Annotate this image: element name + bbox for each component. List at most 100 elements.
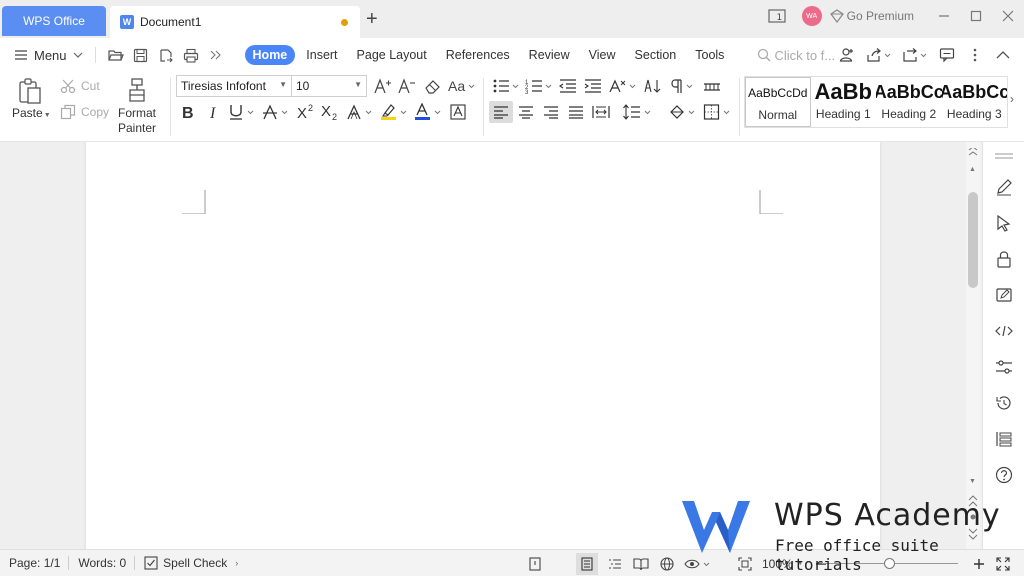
- outline-icon: [996, 432, 1012, 447]
- collapse-ribbon-button[interactable]: [994, 46, 1012, 64]
- add-collaborator-button[interactable]: [838, 46, 856, 64]
- menu-bar: Menu Home Insert Page Layout References Revi…: [0, 38, 1024, 72]
- justify-button[interactable]: [566, 102, 586, 122]
- font-size-select[interactable]: 10 ▼: [291, 75, 367, 97]
- clear-formatting-button[interactable]: [423, 77, 443, 95]
- align-left-button[interactable]: [489, 101, 513, 123]
- tab-view[interactable]: View: [581, 45, 624, 65]
- tab-home[interactable]: Home: [244, 45, 296, 65]
- minimize-button[interactable]: [928, 0, 960, 32]
- more-options-button[interactable]: [966, 46, 984, 64]
- vertical-scrollbar[interactable]: ▲ ▼: [966, 142, 980, 549]
- open-file-button[interactable]: [107, 46, 125, 64]
- decrease-font-size-button[interactable]: [397, 77, 417, 95]
- go-premium-button[interactable]: Go Premium: [829, 9, 914, 23]
- scroll-up-arrow-icon[interactable]: ▲: [969, 166, 976, 173]
- chinese-layout-button[interactable]: [608, 77, 638, 95]
- sidebar-item-edit[interactable]: [994, 177, 1014, 197]
- web-layout-button[interactable]: [658, 555, 676, 573]
- wps-office-tab[interactable]: WPS Office: [2, 6, 106, 36]
- tab-section[interactable]: Section: [627, 45, 685, 65]
- distribute-button[interactable]: [591, 102, 611, 122]
- align-center-button[interactable]: [516, 102, 536, 122]
- page-count[interactable]: Page: 1/1: [9, 556, 60, 570]
- scrollbar-thumb[interactable]: [968, 192, 978, 288]
- reading-view-button[interactable]: [632, 555, 650, 573]
- new-tab-button[interactable]: +: [366, 9, 378, 29]
- shading-button[interactable]: [668, 102, 698, 122]
- show-hide-marks-button[interactable]: [668, 77, 696, 95]
- change-case-button[interactable]: Aa: [448, 77, 476, 95]
- character-border-button[interactable]: [448, 102, 468, 122]
- close-window-button[interactable]: [992, 0, 1024, 32]
- tab-tools[interactable]: Tools: [687, 45, 732, 65]
- subscript-button[interactable]: X2: [320, 102, 342, 122]
- bold-button[interactable]: B: [178, 102, 198, 122]
- styles-scroll-button[interactable]: ›: [1010, 92, 1014, 106]
- comments-button[interactable]: [938, 46, 956, 64]
- tab-references[interactable]: References: [438, 45, 518, 65]
- sidebar-item-select[interactable]: [994, 213, 1014, 233]
- increase-font-size-button[interactable]: [373, 77, 393, 95]
- decrease-indent-button[interactable]: [558, 77, 578, 95]
- print-button[interactable]: [182, 46, 200, 64]
- tab-stops-button[interactable]: [702, 77, 722, 95]
- save-button[interactable]: [132, 46, 150, 64]
- sidebar-collapse-handle[interactable]: [994, 146, 1014, 166]
- share-button[interactable]: [866, 46, 892, 64]
- style-heading-2[interactable]: AaBbCc Heading 2: [876, 77, 942, 127]
- spell-check-button[interactable]: Spell Check ›: [144, 556, 238, 570]
- text-effects-button[interactable]: [346, 102, 376, 122]
- sidebar-item-properties[interactable]: [994, 357, 1014, 377]
- line-spacing-button[interactable]: [622, 102, 654, 122]
- scroll-down-arrow-icon[interactable]: ▼: [969, 478, 976, 485]
- maximize-button[interactable]: [960, 0, 992, 32]
- highlight-color-button[interactable]: [380, 102, 410, 122]
- strikethrough-button[interactable]: [262, 102, 292, 122]
- style-heading-1[interactable]: AaBb Heading 1: [811, 77, 877, 127]
- cut-button[interactable]: Cut: [60, 78, 100, 94]
- document-page[interactable]: [86, 142, 880, 549]
- paste-button[interactable]: [14, 76, 46, 106]
- more-quick-access-button[interactable]: [207, 46, 225, 64]
- style-heading-3[interactable]: AaBbCc Heading 3: [942, 77, 1008, 127]
- underline-button[interactable]: [228, 102, 258, 122]
- window-switcher-button[interactable]: 1: [762, 0, 794, 32]
- style-name: Heading 1: [815, 107, 871, 121]
- style-normal[interactable]: AaBbCcDd Normal: [745, 77, 811, 127]
- outline-view-button[interactable]: [606, 555, 624, 573]
- sort-button[interactable]: [643, 77, 663, 95]
- sidebar-item-developer[interactable]: [994, 321, 1014, 341]
- sidebar-item-restrict-editing[interactable]: [994, 249, 1014, 269]
- word-count[interactable]: Words: 0: [78, 556, 126, 570]
- sidebar-item-help[interactable]: [994, 465, 1014, 485]
- tab-page-layout[interactable]: Page Layout: [349, 45, 435, 65]
- borders-button[interactable]: [703, 102, 733, 122]
- page-view-button[interactable]: [576, 552, 598, 575]
- font-color-button[interactable]: [414, 102, 444, 122]
- sidebar-item-history[interactable]: [994, 393, 1014, 413]
- tab-insert[interactable]: Insert: [298, 45, 345, 65]
- search-box[interactable]: Click to f...: [757, 48, 835, 63]
- align-right-button[interactable]: [541, 102, 561, 122]
- format-painter-button[interactable]: [126, 76, 150, 104]
- sidebar-item-navigation[interactable]: [994, 429, 1014, 449]
- document-status-button[interactable]: [526, 555, 544, 573]
- tab-review[interactable]: Review: [521, 45, 578, 65]
- go-premium-label: Go Premium: [846, 9, 914, 23]
- subscript-icon: X2: [321, 103, 337, 121]
- copy-button[interactable]: Copy: [60, 104, 109, 120]
- increase-indent-button[interactable]: [583, 77, 603, 95]
- export-pdf-button[interactable]: [157, 46, 175, 64]
- italic-button[interactable]: I: [204, 102, 224, 122]
- superscript-button[interactable]: X2: [296, 102, 318, 122]
- paste-dropdown[interactable]: Paste▼: [12, 106, 51, 120]
- sidebar-item-document-check[interactable]: [994, 285, 1014, 305]
- main-menu-button[interactable]: Menu: [14, 48, 83, 63]
- font-name-select[interactable]: Tiresias Infofont ▼: [176, 75, 292, 97]
- file-send-button[interactable]: [902, 46, 928, 64]
- numbering-button[interactable]: 123: [525, 77, 553, 95]
- document-tab[interactable]: W Document1: [110, 6, 360, 38]
- bullets-button[interactable]: [492, 77, 520, 95]
- avatar[interactable]: WA: [801, 6, 822, 26]
